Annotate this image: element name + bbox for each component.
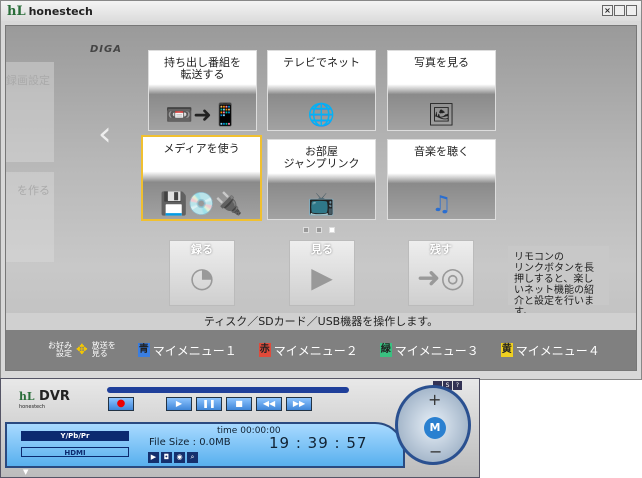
diga-logo: DIGA — [90, 44, 122, 55]
record-button[interactable]: 録る ◔ — [169, 240, 235, 306]
ghost-tile-label: 録画設定 — [6, 74, 50, 87]
dvr-player: hL DVRhonestech ● ▶ ❚❚ ■ ◀◀ ▶▶ _S? Y/Pb/… — [0, 378, 480, 478]
tile-tv-net[interactable]: テレビでネット 🌐 — [267, 50, 376, 131]
previous-page-arrow[interactable]: ‹ — [98, 114, 112, 154]
save-icon[interactable]: ◘ — [161, 452, 172, 463]
stop-button[interactable]: ■ — [226, 397, 252, 411]
nav-right-label: 放送を 見る — [91, 341, 116, 358]
info-text: リモコンの リンクボタンを長押しすると、楽しいネット機能の紹介と設定を行います。 — [508, 246, 609, 318]
zoom-icon[interactable]: ⌕ — [187, 452, 198, 463]
tile-label: テレビでネット — [283, 56, 360, 69]
watch-button[interactable]: 見る ▶ — [289, 240, 355, 306]
nav-left-label: お好み 設定 — [48, 341, 72, 358]
minimize-button[interactable] — [614, 5, 625, 16]
menu-label: マイメニュー３ — [394, 343, 479, 358]
forward-button[interactable]: ▶▶ — [286, 397, 312, 411]
photo-frame-icon: 🖼 — [427, 103, 456, 128]
tile-label: メディアを使う — [163, 142, 240, 155]
tile-label: 持ち出し番組を 転送する — [164, 56, 241, 81]
transfer-icon: 📼➜📱 — [165, 103, 240, 128]
menu-label: マイメニュー４ — [515, 343, 600, 358]
nav-hint: お好み 設定 ✥ 放送を 見る — [48, 342, 116, 358]
dvr-logo: hL DVR honestech — [19, 389, 70, 410]
my-menu-1[interactable]: 青マイメニュー１ — [137, 342, 237, 359]
tv-link-icon: 📺 — [307, 192, 336, 217]
green-key: 緑 — [379, 343, 392, 357]
file-size-value: 0.0MB — [199, 437, 231, 448]
close-button[interactable]: × — [602, 5, 613, 16]
main-window: hL honestech × 録画設定 を作る DIGA ‹ 持ち出し番組を 転… — [0, 0, 642, 380]
page-dot[interactable] — [303, 227, 309, 233]
clock: 19 : 39 : 57 — [269, 434, 368, 452]
page-dot[interactable] — [316, 227, 322, 233]
maximize-button[interactable] — [626, 5, 637, 16]
dpad-icon: ✥ — [76, 342, 88, 358]
menu-area: 録画設定 を作る DIGA ‹ 持ち出し番組を 転送する 📼➜📱 テレビでネット 🌐… — [5, 25, 637, 371]
ghost-tile-create: を作る — [6, 172, 54, 262]
my-menu-4[interactable]: 黄マイメニュー４ — [500, 342, 600, 359]
dvr-title: DVR — [39, 389, 70, 404]
film-play-icon: ▶ — [311, 261, 333, 294]
camera-icon[interactable]: ◉ — [174, 452, 185, 463]
rewind-button[interactable]: ◀◀ — [256, 397, 282, 411]
menu-button[interactable]: M — [424, 417, 446, 439]
page-indicator — [303, 227, 335, 233]
tile-label: 音楽を聴く — [414, 145, 469, 158]
honestech-logo: hL — [7, 3, 26, 19]
tile-photos[interactable]: 写真を見る 🖼 — [387, 50, 496, 131]
arrow-tool-icon[interactable]: ▶ — [148, 452, 159, 463]
tile-label: お部屋 ジャンプリンク — [283, 145, 360, 170]
tile-use-media[interactable]: メディアを使う 💾💿🔌 — [141, 135, 262, 221]
button-label: 見る — [311, 243, 333, 256]
progress-slider[interactable] — [107, 387, 349, 393]
ghost-tile-label: を作る — [17, 184, 50, 197]
page-dot-active[interactable] — [329, 227, 335, 233]
file-size-label: File Size : — [149, 437, 196, 448]
volume-down-button[interactable]: − — [429, 442, 442, 461]
save-button[interactable]: 残す ➜◎ — [408, 240, 474, 306]
ghost-tile-recording-settings: 録画設定 — [6, 62, 54, 162]
footer-bar: お好み 設定 ✥ 放送を 見る 青マイメニュー１ 赤マイメニュー２ 緑マイメニュ… — [6, 330, 636, 370]
honestech-logo: hL — [19, 390, 35, 403]
expand-arrow-icon[interactable]: ▼ — [23, 468, 28, 476]
clock-icon: ◔ — [189, 261, 215, 294]
red-key: 赤 — [258, 343, 271, 357]
button-label: 録る — [191, 243, 213, 256]
tile-room-jump-link[interactable]: お部屋 ジャンプリンク 📺 — [267, 139, 376, 220]
menu-label: マイメニュー２ — [273, 343, 358, 358]
company-name: honestech — [19, 404, 46, 410]
my-menu-2[interactable]: 赤マイメニュー２ — [258, 342, 358, 359]
play-button[interactable]: ▶ — [166, 397, 192, 411]
time-label: time — [217, 426, 238, 436]
source-yPbPr[interactable]: Y/Pb/Pr — [21, 431, 129, 441]
blue-key: 青 — [137, 343, 150, 357]
dvr-display: Y/Pb/Pr HDMI time 00:00:00 File Size : 0… — [5, 422, 405, 468]
help-button[interactable]: ? — [453, 381, 462, 390]
tile-transfer[interactable]: 持ち出し番組を 転送する 📼➜📱 — [148, 50, 257, 131]
my-menu-3[interactable]: 緑マイメニュー３ — [379, 342, 479, 359]
button-label: 残す — [430, 243, 452, 256]
pause-button[interactable]: ❚❚ — [196, 397, 222, 411]
media-icon: 💾💿🔌 — [160, 192, 243, 217]
music-note-icon: ♫ — [431, 192, 452, 217]
title-bar: hL honestech × — [1, 1, 641, 21]
tile-label: 写真を見る — [414, 56, 469, 69]
status-text: ティスク／SDカード／USB機器を操作します。 — [6, 313, 636, 330]
volume-up-button[interactable]: + — [428, 390, 441, 409]
record-button[interactable]: ● — [108, 397, 134, 411]
tile-music[interactable]: 音楽を聴く ♫ — [387, 139, 496, 220]
source-hdmi[interactable]: HDMI — [21, 447, 129, 457]
disc-icon: ➜◎ — [417, 261, 465, 294]
yellow-key: 黄 — [500, 343, 513, 357]
control-knob: + M − — [395, 385, 471, 465]
globe-icon: 🌐 — [307, 103, 336, 128]
window-title: honestech — [28, 4, 93, 18]
menu-label: マイメニュー１ — [152, 343, 237, 358]
